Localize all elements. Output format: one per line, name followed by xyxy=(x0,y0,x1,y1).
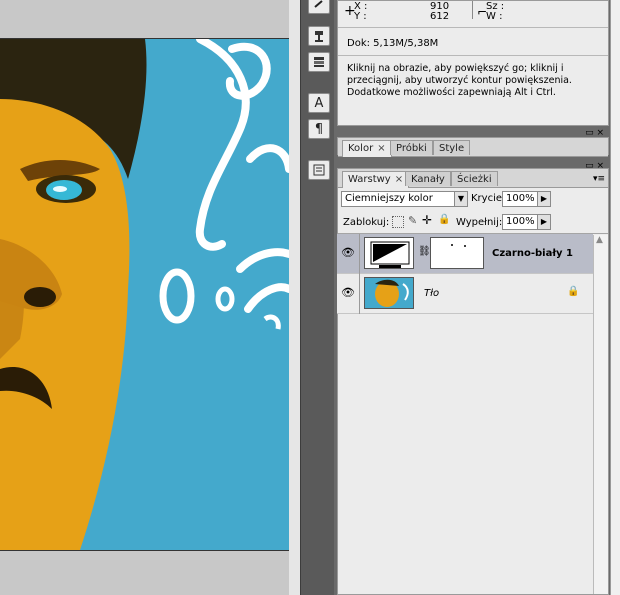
tab-style[interactable]: Style xyxy=(433,140,471,155)
info-panel: + X : Y : 910 612 ⌐ Sz : W : Dok: 5,13M/… xyxy=(337,0,609,126)
chevron-down-icon[interactable]: ▼ xyxy=(454,191,468,207)
y-label: Y : xyxy=(354,11,367,22)
lock-label: Zablokuj: xyxy=(343,217,390,228)
blend-mode-select[interactable]: Ciemniejszy kolor xyxy=(341,191,455,207)
color-panel-window-controls[interactable]: ▭ × xyxy=(585,128,604,138)
layers-panel-tabs: Warstwy × Kanały Ścieżki ▾≡ xyxy=(338,169,608,188)
background-layer-thumb xyxy=(364,277,414,309)
character-panel-icon[interactable]: A xyxy=(308,93,330,113)
lock-transparency-icon[interactable] xyxy=(392,216,404,228)
layer-name[interactable]: Czarno-biały 1 xyxy=(492,248,573,259)
adjustment-layer-thumb xyxy=(364,237,414,269)
color-panel: ▭ × Kolor × Próbki Style xyxy=(337,128,609,157)
dock-scrollbar[interactable] xyxy=(610,0,620,595)
y-value: 612 xyxy=(430,11,450,22)
document-size: Dok: 5,13M/5,38M xyxy=(347,38,439,49)
fill-label: Wypełnij: xyxy=(456,217,503,228)
photo-face-illustration xyxy=(0,39,289,550)
layer-name[interactable]: Tło xyxy=(424,288,439,299)
lock-pixels-icon[interactable]: ✎ xyxy=(408,214,417,227)
paragraph-glyph: ¶ xyxy=(314,121,324,137)
tab-probki[interactable]: Próbki xyxy=(390,140,433,155)
layers-panel: ▭ × Warstwy × Kanały Ścieżki ▾≡ Ciemniejs… xyxy=(337,161,609,595)
tools-panel xyxy=(300,0,335,595)
info-divider xyxy=(472,1,473,19)
document-image[interactable] xyxy=(0,38,290,551)
color-panel-tabs: Kolor × Próbki Style xyxy=(338,138,608,157)
paragraph-panel-icon[interactable]: ¶ xyxy=(308,119,330,139)
tab-kolor[interactable]: Kolor × xyxy=(342,140,392,157)
layers-scrollbar[interactable]: ▲ xyxy=(593,235,608,594)
close-icon[interactable]: × xyxy=(395,174,403,185)
chain-link-icon[interactable]: ⛓ xyxy=(418,246,431,257)
lock-position-icon[interactable]: ✛ xyxy=(422,213,432,227)
opacity-slider-arrow-icon[interactable]: ▶ xyxy=(537,191,551,207)
panel-menu-icon[interactable]: ▾≡ xyxy=(593,174,605,184)
clone-source-icon[interactable] xyxy=(308,26,330,46)
actions-icon[interactable] xyxy=(308,52,330,72)
notes-icon[interactable] xyxy=(308,160,330,180)
height-label: W : xyxy=(486,11,503,22)
layer-row[interactable]: 👁 ⛓ Czarno-biały 1 xyxy=(337,234,593,274)
lock-icon: 🔒 xyxy=(567,286,580,297)
eyedropper-tool-icon[interactable] xyxy=(308,0,330,14)
opacity-input[interactable]: 100% xyxy=(502,191,538,207)
fill-slider-arrow-icon[interactable]: ▶ xyxy=(537,214,551,230)
opacity-label: Krycie: xyxy=(471,193,506,204)
fill-input[interactable]: 100% xyxy=(502,214,538,230)
lock-all-icon[interactable]: 🔒 xyxy=(438,214,450,225)
info-separator-2 xyxy=(338,55,608,56)
character-glyph: A xyxy=(314,95,324,111)
eye-icon[interactable]: 👁 xyxy=(341,286,355,300)
eye-icon[interactable]: 👁 xyxy=(341,246,355,260)
tool-hint-text: Kliknij na obrazie, aby powiększyć go; k… xyxy=(347,63,572,98)
tab-sciezki[interactable]: Ścieżki xyxy=(451,171,498,186)
layer-row[interactable]: 👁 Tło 🔒 xyxy=(337,274,593,314)
canvas-window-edge xyxy=(289,0,300,595)
info-separator xyxy=(338,27,608,28)
scroll-up-icon[interactable]: ▲ xyxy=(596,235,603,245)
layer-mask-thumb[interactable] xyxy=(430,237,484,269)
tab-warstwy[interactable]: Warstwy × xyxy=(342,171,410,188)
close-icon[interactable]: × xyxy=(377,143,385,154)
tab-kanaly[interactable]: Kanały xyxy=(405,171,451,186)
